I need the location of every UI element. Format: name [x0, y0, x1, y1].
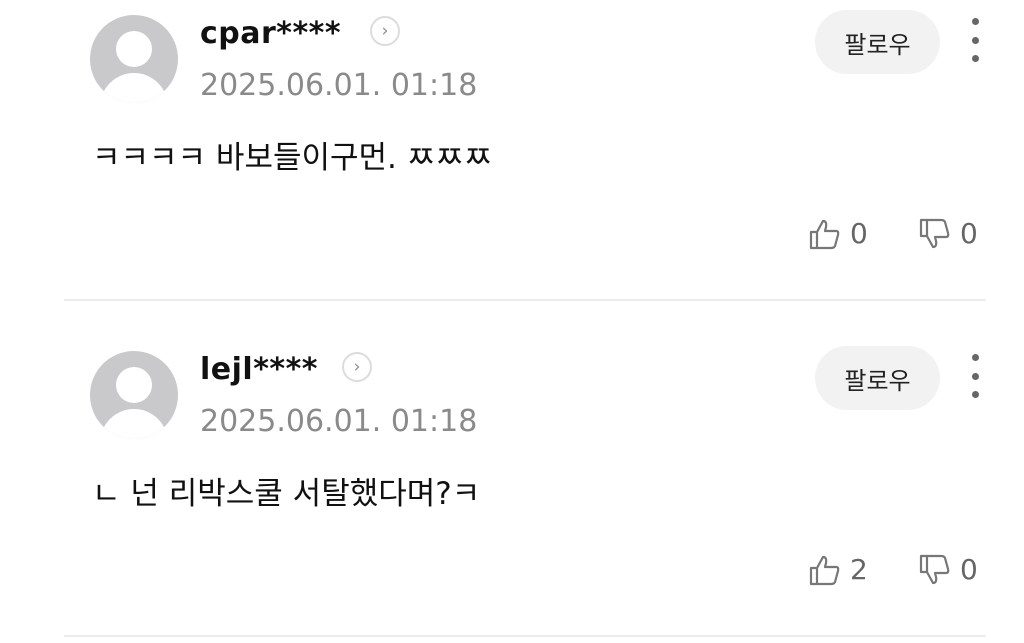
avatar-body-shape: [100, 73, 168, 103]
more-dot: [971, 354, 979, 361]
comment-timestamp: 2025.06.01. 01:18: [200, 404, 478, 439]
comment-item: cpar**** › 2025.06.01. 01:18 팔로우 ㅋㅋㅋㅋ 바보…: [0, 0, 1024, 300]
like-button[interactable]: 0: [808, 216, 868, 252]
chevron-right-icon[interactable]: ›: [342, 352, 372, 382]
more-dot: [971, 55, 979, 62]
comment-item: lejl**** › 2025.06.01. 01:18 팔로우 ㄴ 넌 리박스…: [0, 336, 1024, 636]
more-dot: [971, 18, 979, 25]
comment-username[interactable]: cpar****: [200, 14, 341, 54]
more-vertical-icon[interactable]: [960, 354, 990, 398]
dislike-count: 0: [960, 217, 978, 250]
like-button[interactable]: 2: [808, 552, 868, 588]
chevron-right-icon[interactable]: ›: [370, 16, 400, 46]
more-dot: [971, 36, 979, 44]
comment-text: ㄴ 넌 리박스쿨 서탈했다며?ㅋ: [92, 476, 481, 512]
dislike-count: 0: [960, 553, 978, 586]
avatar-body-shape: [100, 409, 168, 439]
dislike-button[interactable]: 0: [918, 552, 978, 588]
comment-username[interactable]: lejl****: [200, 350, 318, 390]
thumbs-up-icon: [809, 555, 840, 586]
comment-timestamp: 2025.06.01. 01:18: [200, 68, 478, 103]
like-count: 2: [850, 553, 868, 586]
divider: [64, 635, 986, 637]
avatar[interactable]: [90, 15, 178, 103]
avatar-head-shape: [116, 31, 152, 67]
dislike-button[interactable]: 0: [918, 216, 978, 252]
more-dot: [971, 391, 979, 398]
divider: [64, 299, 986, 301]
follow-button[interactable]: 팔로우: [815, 10, 940, 74]
more-vertical-icon[interactable]: [960, 18, 990, 62]
avatar-head-shape: [116, 367, 152, 403]
like-count: 0: [850, 217, 868, 250]
follow-button[interactable]: 팔로우: [815, 346, 940, 410]
thumbs-down-icon: [919, 218, 950, 249]
comment-text: ㅋㅋㅋㅋ 바보들이구먼. ㅉㅉㅉ: [92, 140, 493, 176]
more-dot: [971, 372, 979, 380]
thumbs-up-icon: [809, 219, 840, 250]
thumbs-down-icon: [919, 554, 950, 585]
avatar[interactable]: [90, 351, 178, 439]
